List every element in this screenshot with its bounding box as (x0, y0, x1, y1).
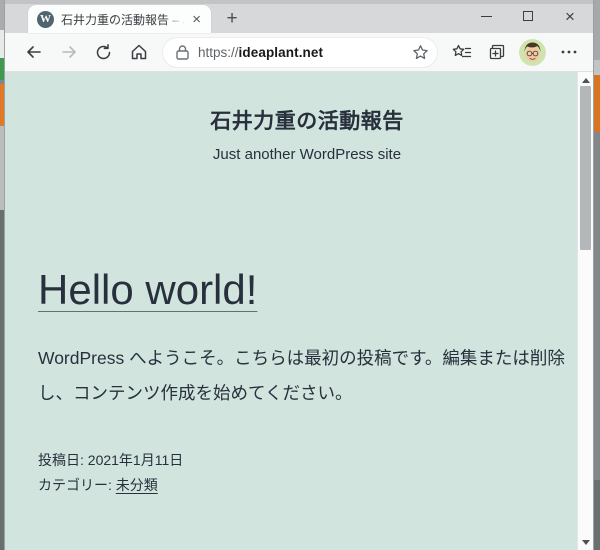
favorites-star-lines-icon (452, 44, 472, 61)
url-text[interactable]: https://ideaplant.net (198, 45, 412, 60)
back-button[interactable] (17, 36, 50, 68)
maximize-icon (523, 11, 533, 21)
post-date-label: 投稿日: (38, 452, 88, 468)
site-tagline: Just another WordPress site (38, 146, 576, 163)
triangle-up-icon (582, 78, 590, 83)
desktop: W 石井力重の活動報告 – Just anoth × + × (0, 0, 600, 550)
post-category-label: カテゴリー: (38, 477, 116, 493)
new-tab-button[interactable]: + (217, 5, 247, 33)
collections-icon (488, 43, 506, 61)
page-scrollbar[interactable] (577, 72, 593, 550)
post-date-line: 投稿日: 2021年1月11日 (38, 448, 576, 473)
tab-close-icon[interactable]: × (188, 10, 205, 29)
window-close-button[interactable]: × (549, 0, 591, 32)
post-date-value: 2021年1月11日 (88, 452, 183, 468)
post-category-line: カテゴリー: 未分類 (38, 473, 576, 498)
home-button[interactable] (122, 36, 155, 68)
settings-menu-button[interactable] (552, 36, 585, 68)
background-window-sliver-right (593, 0, 600, 550)
forward-button[interactable] (52, 36, 85, 68)
post-article: Hello world! WordPress へようこそ。こちらは最初の投稿です… (38, 266, 576, 498)
refresh-button[interactable] (87, 36, 120, 68)
avatar-face-icon (519, 39, 546, 66)
post-title-link[interactable]: Hello world! (38, 266, 257, 313)
bookmark-star-icon[interactable] (412, 44, 429, 61)
refresh-icon (95, 44, 112, 61)
scrollbar-down-arrow[interactable] (578, 535, 593, 549)
address-bar[interactable]: https://ideaplant.net (163, 38, 437, 67)
window-controls: × (465, 0, 591, 32)
url-scheme: https:// (198, 45, 239, 60)
post-title: Hello world! (38, 266, 576, 314)
post-meta: 投稿日: 2021年1月11日 カテゴリー: 未分類 (38, 448, 576, 498)
back-arrow-icon (25, 43, 43, 61)
tab-bar: W 石井力重の活動報告 – Just anoth × + × (5, 0, 593, 33)
forward-arrow-icon (60, 43, 78, 61)
post-category-link[interactable]: 未分類 (116, 477, 158, 493)
window-minimize-button[interactable] (465, 0, 507, 32)
browser-window: W 石井力重の活動報告 – Just anoth × + × (5, 0, 593, 550)
favorites-button[interactable] (445, 36, 478, 68)
three-dots-icon (561, 50, 577, 54)
home-icon (130, 43, 148, 61)
site-title[interactable]: 石井力重の活動報告 (38, 105, 576, 135)
web-page: 石井力重の活動報告 Just another WordPress site He… (5, 72, 593, 550)
lock-icon (176, 45, 189, 60)
browser-tab[interactable]: W 石井力重の活動報告 – Just anoth × (28, 5, 211, 33)
browser-toolbar: https://ideaplant.net (5, 33, 593, 72)
minimize-icon (481, 16, 492, 17)
triangle-down-icon (582, 540, 590, 545)
window-maximize-button[interactable] (507, 0, 549, 32)
scrollbar-thumb[interactable] (580, 86, 591, 250)
site-header: 石井力重の活動報告 Just another WordPress site (38, 72, 576, 163)
collections-button[interactable] (480, 36, 513, 68)
profile-avatar[interactable] (519, 39, 546, 66)
tab-title: 石井力重の活動報告 – Just anoth (61, 11, 188, 28)
wordpress-favicon-icon: W (37, 11, 54, 28)
url-domain: ideaplant.net (239, 45, 324, 60)
post-body: WordPress へようこそ。こちらは最初の投稿です。編集または削除し、コンテ… (38, 341, 570, 411)
close-icon: × (565, 8, 575, 25)
scrollbar-up-arrow[interactable] (578, 73, 593, 87)
